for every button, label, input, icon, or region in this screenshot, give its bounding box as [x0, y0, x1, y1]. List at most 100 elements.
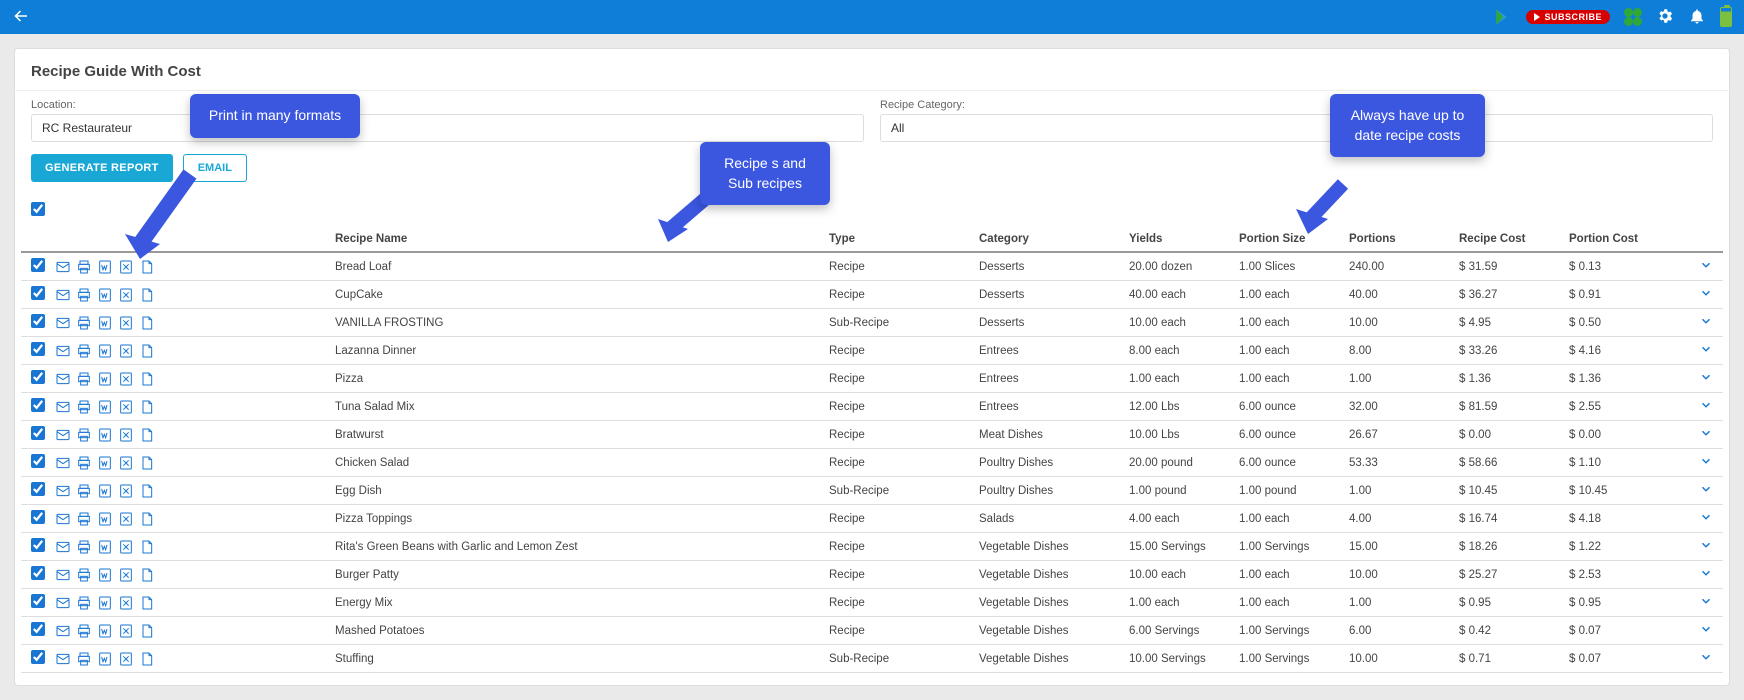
- print-icon[interactable]: [76, 287, 92, 303]
- print-icon[interactable]: [76, 455, 92, 471]
- expand-row-icon[interactable]: [1699, 538, 1713, 552]
- subscribe-button[interactable]: SUBSCRIBE: [1526, 10, 1610, 24]
- word-icon[interactable]: [97, 483, 113, 499]
- excel-icon[interactable]: [118, 567, 134, 583]
- pdf-icon[interactable]: [139, 455, 155, 471]
- word-icon[interactable]: [97, 371, 113, 387]
- expand-row-icon[interactable]: [1699, 258, 1713, 272]
- row-checkbox[interactable]: [31, 398, 45, 412]
- excel-icon[interactable]: [118, 511, 134, 527]
- email-icon[interactable]: [55, 623, 71, 639]
- col-type[interactable]: Type: [819, 227, 969, 252]
- row-checkbox[interactable]: [31, 594, 45, 608]
- word-icon[interactable]: [97, 315, 113, 331]
- row-checkbox[interactable]: [31, 538, 45, 552]
- email-icon[interactable]: [55, 651, 71, 667]
- row-checkbox[interactable]: [31, 482, 45, 496]
- expand-row-icon[interactable]: [1699, 622, 1713, 636]
- excel-icon[interactable]: [118, 539, 134, 555]
- print-icon[interactable]: [76, 651, 92, 667]
- word-icon[interactable]: [97, 343, 113, 359]
- email-icon[interactable]: [55, 259, 71, 275]
- row-checkbox[interactable]: [31, 314, 45, 328]
- word-icon[interactable]: [97, 455, 113, 471]
- expand-row-icon[interactable]: [1699, 342, 1713, 356]
- expand-row-icon[interactable]: [1699, 454, 1713, 468]
- gear-icon[interactable]: [1656, 7, 1674, 28]
- print-icon[interactable]: [76, 567, 92, 583]
- email-icon[interactable]: [55, 511, 71, 527]
- row-checkbox[interactable]: [31, 286, 45, 300]
- word-icon[interactable]: [97, 287, 113, 303]
- col-portion-cost[interactable]: Portion Cost: [1559, 227, 1689, 252]
- email-icon[interactable]: [55, 399, 71, 415]
- excel-icon[interactable]: [118, 287, 134, 303]
- col-recipe-cost[interactable]: Recipe Cost: [1449, 227, 1559, 252]
- play-store-icon[interactable]: [1494, 8, 1512, 26]
- pdf-icon[interactable]: [139, 287, 155, 303]
- print-icon[interactable]: [76, 371, 92, 387]
- pdf-icon[interactable]: [139, 567, 155, 583]
- print-icon[interactable]: [76, 539, 92, 555]
- email-icon[interactable]: [55, 455, 71, 471]
- pdf-icon[interactable]: [139, 371, 155, 387]
- excel-icon[interactable]: [118, 343, 134, 359]
- excel-icon[interactable]: [118, 427, 134, 443]
- excel-icon[interactable]: [118, 315, 134, 331]
- expand-row-icon[interactable]: [1699, 510, 1713, 524]
- print-icon[interactable]: [76, 343, 92, 359]
- expand-row-icon[interactable]: [1699, 594, 1713, 608]
- word-icon[interactable]: [97, 399, 113, 415]
- row-checkbox[interactable]: [31, 566, 45, 580]
- print-icon[interactable]: [76, 427, 92, 443]
- pdf-icon[interactable]: [139, 483, 155, 499]
- excel-icon[interactable]: [118, 595, 134, 611]
- print-icon[interactable]: [76, 315, 92, 331]
- email-icon[interactable]: [55, 427, 71, 443]
- excel-icon[interactable]: [118, 651, 134, 667]
- print-icon[interactable]: [76, 259, 92, 275]
- row-checkbox[interactable]: [31, 622, 45, 636]
- expand-row-icon[interactable]: [1699, 566, 1713, 580]
- excel-icon[interactable]: [118, 455, 134, 471]
- bell-icon[interactable]: [1688, 7, 1706, 28]
- pdf-icon[interactable]: [139, 623, 155, 639]
- col-category[interactable]: Category: [969, 227, 1119, 252]
- expand-row-icon[interactable]: [1699, 286, 1713, 300]
- pdf-icon[interactable]: [139, 315, 155, 331]
- col-yields[interactable]: Yields: [1119, 227, 1229, 252]
- pdf-icon[interactable]: [139, 595, 155, 611]
- print-icon[interactable]: [76, 595, 92, 611]
- pdf-icon[interactable]: [139, 539, 155, 555]
- word-icon[interactable]: [97, 511, 113, 527]
- print-icon[interactable]: [76, 623, 92, 639]
- email-icon[interactable]: [55, 315, 71, 331]
- email-icon[interactable]: [55, 343, 71, 359]
- print-icon[interactable]: [76, 483, 92, 499]
- row-checkbox[interactable]: [31, 342, 45, 356]
- word-icon[interactable]: [97, 539, 113, 555]
- row-checkbox[interactable]: [31, 258, 45, 272]
- email-icon[interactable]: [55, 595, 71, 611]
- excel-icon[interactable]: [118, 623, 134, 639]
- email-icon[interactable]: [55, 539, 71, 555]
- email-icon[interactable]: [55, 567, 71, 583]
- pdf-icon[interactable]: [139, 511, 155, 527]
- pdf-icon[interactable]: [139, 427, 155, 443]
- word-icon[interactable]: [97, 651, 113, 667]
- row-checkbox[interactable]: [31, 650, 45, 664]
- row-checkbox[interactable]: [31, 454, 45, 468]
- clover-icon[interactable]: [1624, 8, 1642, 26]
- excel-icon[interactable]: [118, 371, 134, 387]
- row-checkbox[interactable]: [31, 510, 45, 524]
- pdf-icon[interactable]: [139, 343, 155, 359]
- expand-row-icon[interactable]: [1699, 650, 1713, 664]
- pdf-icon[interactable]: [139, 399, 155, 415]
- row-checkbox[interactable]: [31, 370, 45, 384]
- expand-row-icon[interactable]: [1699, 370, 1713, 384]
- expand-row-icon[interactable]: [1699, 426, 1713, 440]
- print-icon[interactable]: [76, 399, 92, 415]
- print-icon[interactable]: [76, 511, 92, 527]
- excel-icon[interactable]: [118, 399, 134, 415]
- col-recipe-name[interactable]: Recipe Name: [325, 227, 819, 252]
